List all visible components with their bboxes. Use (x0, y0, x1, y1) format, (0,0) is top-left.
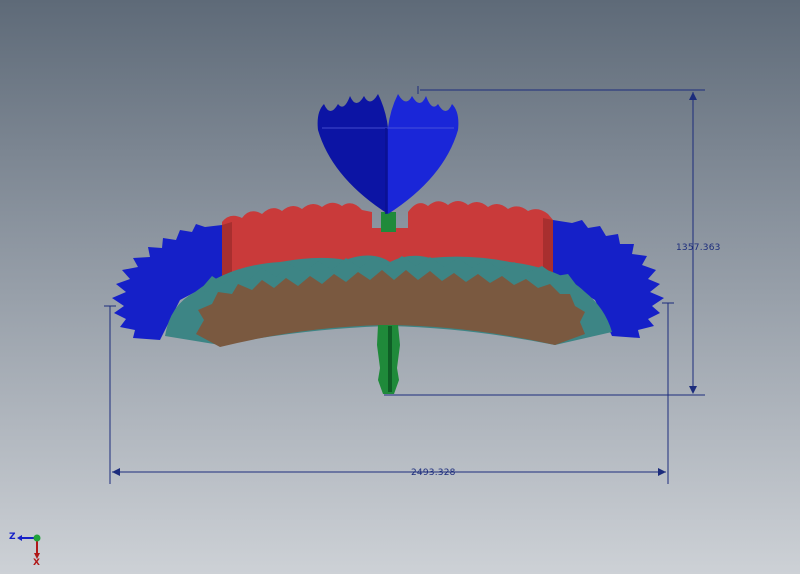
model-scene[interactable] (0, 0, 800, 574)
triad-z-label: Z (9, 532, 16, 542)
height-dimension-label: 1357.363 (676, 243, 721, 253)
view-orientation-triad[interactable] (17, 534, 41, 560)
cad-viewport[interactable]: 1357.363 2493.328 Z X (0, 0, 800, 574)
triad-x-label: X (33, 558, 40, 568)
width-dimension-label: 2493.328 (411, 468, 456, 478)
blue-tulip-flower[interactable] (317, 94, 459, 214)
